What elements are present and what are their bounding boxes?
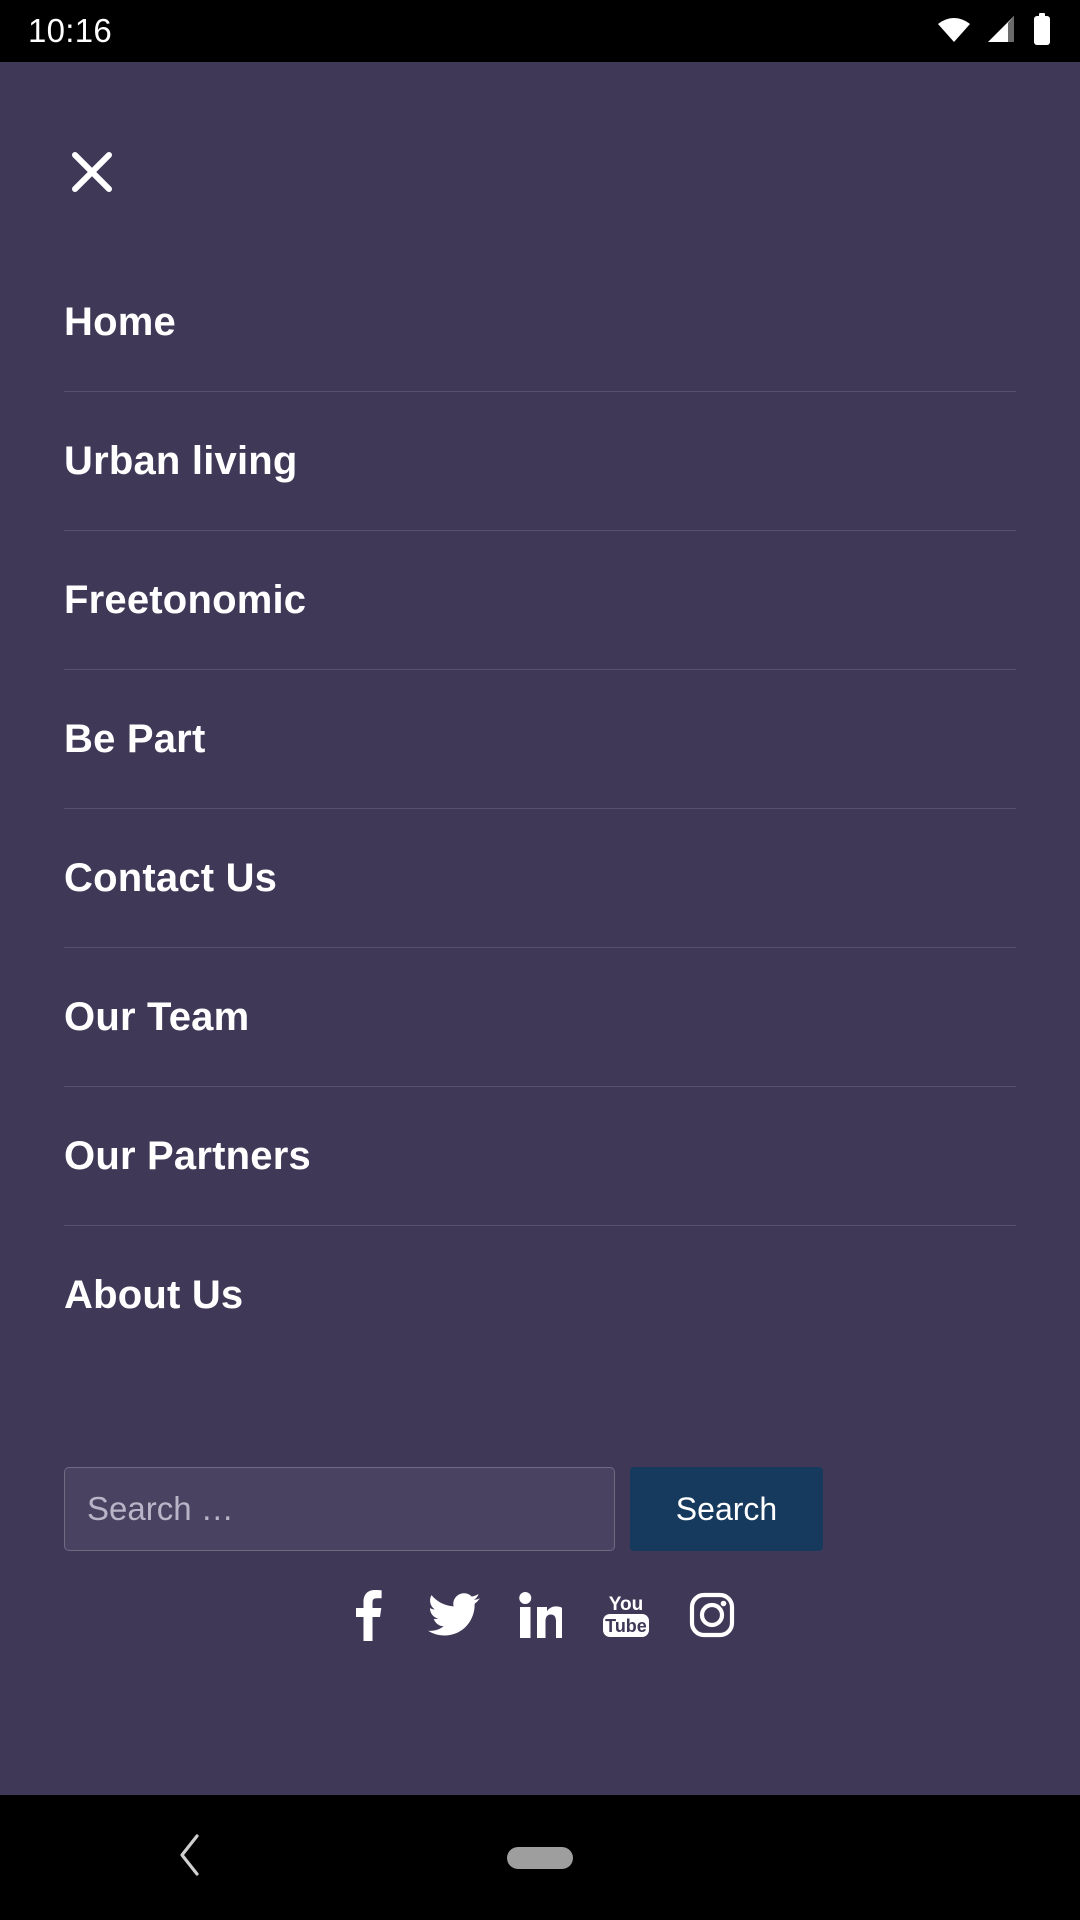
twitter-icon (427, 1592, 480, 1642)
svg-text:Tube: Tube (605, 1616, 647, 1636)
nav-item-label: Be Part (64, 716, 206, 761)
nav-item-label: Our Partners (64, 1133, 311, 1178)
cellular-signal-icon (986, 14, 1018, 49)
nav-item-label: Our Team (64, 994, 250, 1039)
nav-item-contact-us[interactable]: Contact Us (0, 808, 1080, 947)
instagram-icon (689, 1592, 735, 1643)
navigation-drawer: Home Urban living Freetonomic Be Part Co… (0, 62, 1080, 1795)
phone-screen: 10:16 Home Urban living Freetonomic Be P… (0, 0, 1080, 1920)
search-button[interactable]: Search (630, 1467, 823, 1551)
nav-item-label: Freetonomic (64, 577, 307, 622)
facebook-link[interactable] (325, 1582, 411, 1652)
nav-item-be-part[interactable]: Be Part (0, 669, 1080, 808)
linkedin-icon (518, 1591, 567, 1643)
wifi-icon (936, 14, 972, 49)
svg-text:You: You (609, 1594, 643, 1615)
nav-item-home[interactable]: Home (0, 252, 1080, 391)
status-bar-icons (936, 12, 1052, 50)
back-button[interactable] (160, 1828, 220, 1888)
nav-item-label: About Us (64, 1272, 244, 1317)
youtube-link[interactable]: You Tube (583, 1582, 669, 1652)
back-chevron-icon (173, 1831, 207, 1884)
search-input[interactable] (64, 1467, 615, 1551)
linkedin-link[interactable] (497, 1582, 583, 1652)
search-form: Search (64, 1467, 1016, 1551)
twitter-link[interactable] (411, 1582, 497, 1652)
status-bar-clock: 10:16 (28, 12, 113, 49)
nav-item-our-partners[interactable]: Our Partners (0, 1086, 1080, 1225)
battery-icon (1032, 12, 1052, 50)
system-navigation-bar (0, 1795, 1080, 1920)
close-button[interactable] (64, 146, 120, 202)
drawer-nav-list: Home Urban living Freetonomic Be Part Co… (0, 252, 1080, 1641)
close-icon (69, 149, 115, 200)
facebook-icon (353, 1589, 383, 1646)
nav-item-label: Urban living (64, 438, 298, 483)
drawer-header (0, 62, 1080, 222)
home-pill-indicator[interactable] (507, 1846, 573, 1869)
youtube-icon: You Tube (600, 1591, 652, 1644)
nav-item-about-us[interactable]: About Us (0, 1225, 1080, 1364)
status-bar: 10:16 (0, 0, 1080, 62)
social-links-row: You Tube (0, 1582, 1080, 1652)
nav-item-our-team[interactable]: Our Team (0, 947, 1080, 1086)
instagram-link[interactable] (669, 1582, 755, 1652)
nav-item-urban-living[interactable]: Urban living (0, 391, 1080, 530)
nav-item-label: Home (64, 299, 176, 344)
nav-item-freetonomic[interactable]: Freetonomic (0, 530, 1080, 669)
nav-item-label: Contact Us (64, 855, 278, 900)
